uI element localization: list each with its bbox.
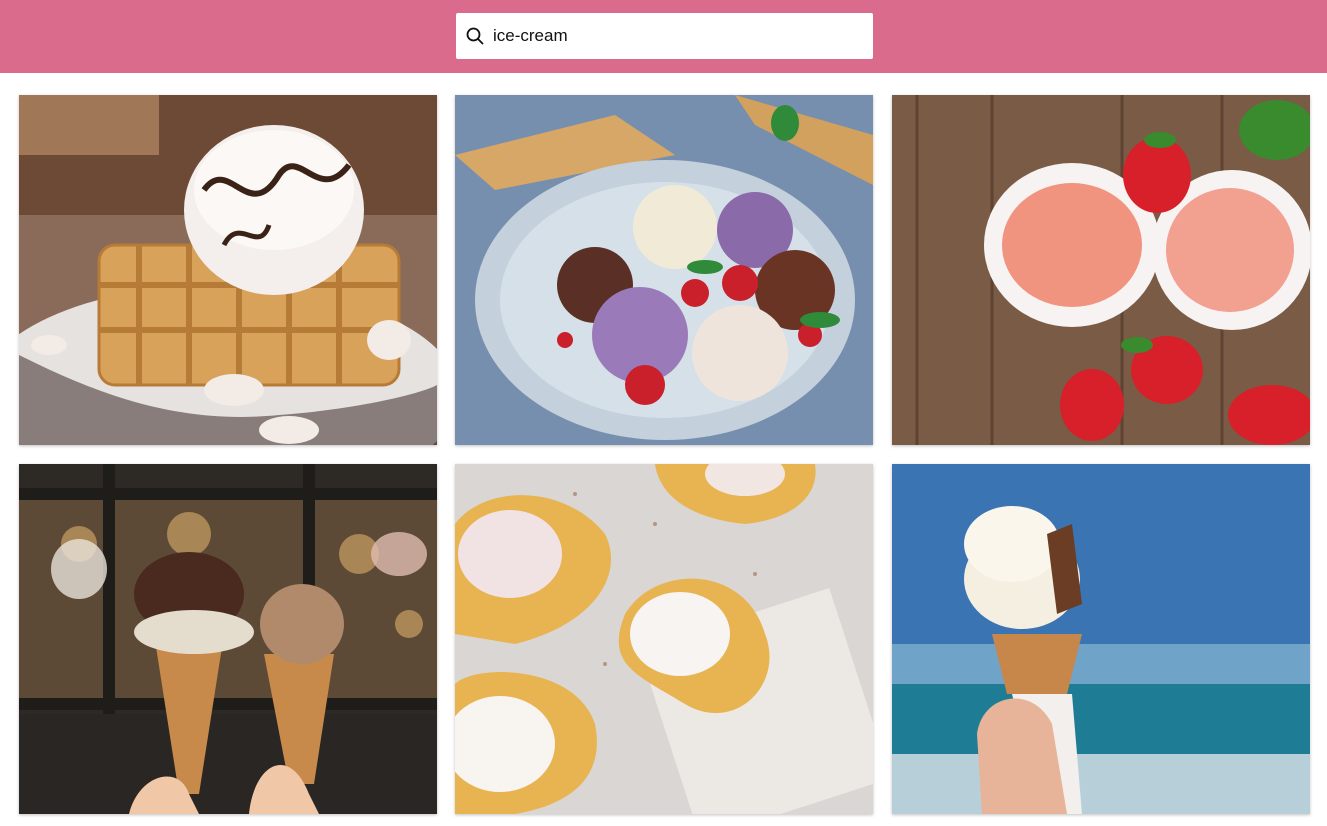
gallery-image-2[interactable] [455, 95, 873, 445]
gallery-image-5[interactable] [455, 464, 873, 814]
search-input[interactable] [493, 13, 863, 59]
gallery-image-4[interactable] [19, 464, 437, 814]
gallery-image-1[interactable] [19, 95, 437, 445]
gallery-image-6[interactable] [892, 464, 1310, 814]
top-bar [0, 0, 1327, 73]
image-gallery [19, 95, 1310, 814]
search-box[interactable] [456, 13, 873, 59]
search-icon[interactable] [466, 27, 484, 45]
gallery-image-3[interactable] [892, 95, 1310, 445]
